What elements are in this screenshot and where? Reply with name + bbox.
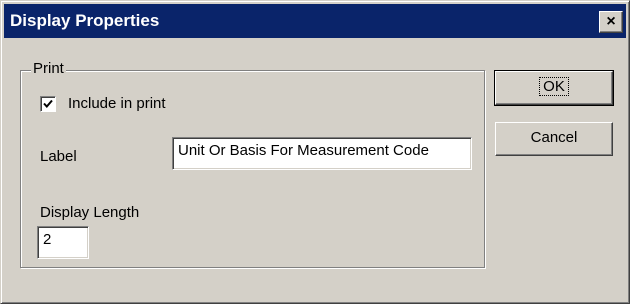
include-in-print-label[interactable]: Include in print (68, 95, 166, 112)
display-length-input[interactable]: 2 (37, 226, 89, 259)
display-length-label: Display Length (40, 204, 140, 221)
close-icon: × (606, 13, 616, 30)
close-button[interactable]: × (599, 11, 623, 33)
ok-button[interactable]: OK (494, 70, 614, 106)
label-input[interactable]: Unit Or Basis For Measurement Code (172, 137, 472, 170)
cancel-button-label: Cancel (530, 129, 578, 146)
include-in-print-checkbox[interactable] (40, 96, 56, 112)
cancel-button[interactable]: Cancel (495, 122, 613, 156)
label-field-label: Label (40, 148, 77, 165)
window-title: Display Properties (10, 11, 160, 30)
title-bar[interactable]: Display Properties × (4, 4, 626, 38)
checkmark-icon (43, 99, 53, 108)
print-group-title: Print (31, 60, 66, 77)
ok-button-label: OK (539, 77, 569, 96)
